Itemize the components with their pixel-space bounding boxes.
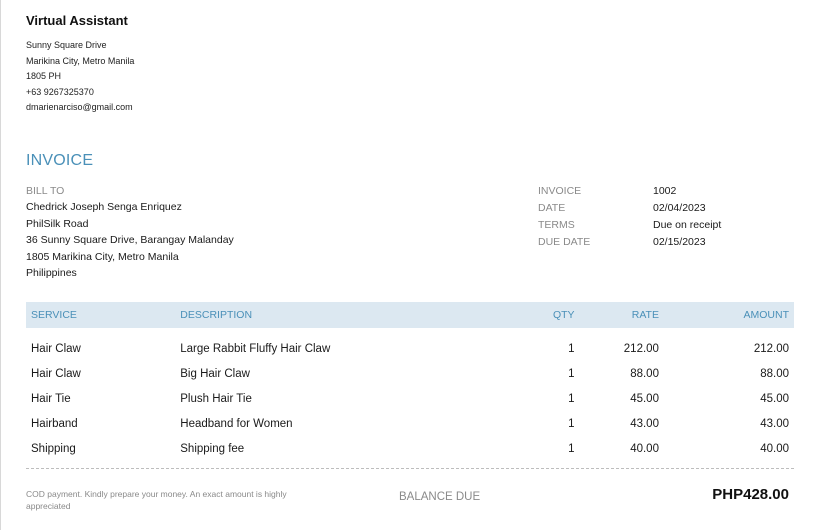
invoice-number: 1002 <box>653 185 677 197</box>
header-service: SERVICE <box>26 302 176 328</box>
bill-to-block: BILL TO Chedrick Joseph Senga Enriquez P… <box>26 183 234 282</box>
cell-description: Plush Hair Tie <box>180 392 252 405</box>
company-address-line: Sunny Square Drive <box>26 40 107 50</box>
cell-service: Shipping <box>31 442 76 455</box>
header-qty: QTY <box>514 302 580 328</box>
cell-rate: 45.00 <box>630 392 659 405</box>
cell-amount: 88.00 <box>760 367 789 380</box>
cell-description: Large Rabbit Fluffy Hair Claw <box>180 342 331 355</box>
meta-row-date: DATE 02/04/2023 <box>538 200 798 217</box>
invoice-title: INVOICE <box>26 152 94 169</box>
table-row: Hairband Headband for Women 1 43.00 43.0… <box>26 411 794 436</box>
header-amount: AMOUNT <box>663 302 794 328</box>
company-block: Virtual Assistant Sunny Square Drive Mar… <box>26 13 134 116</box>
header-description: DESCRIPTION <box>175 302 515 328</box>
table-row: Shipping Shipping fee 1 40.00 40.00 <box>26 436 794 461</box>
cell-description: Big Hair Claw <box>180 367 250 380</box>
bill-to-name: Chedrick Joseph Senga Enriquez <box>26 201 182 213</box>
meta-label: DUE DATE <box>538 236 591 248</box>
balance-due-label: BALANCE DUE <box>399 491 481 503</box>
cell-amount: 43.00 <box>760 417 789 430</box>
bill-to-line: 1805 Marikina City, Metro Manila <box>26 250 179 263</box>
table-row: Hair Claw Large Rabbit Fluffy Hair Claw … <box>26 328 794 361</box>
bill-to-line: Philippines <box>26 267 77 279</box>
meta-label: INVOICE <box>538 185 582 197</box>
table-header-row: SERVICE DESCRIPTION QTY RATE AMOUNT <box>26 302 794 328</box>
cell-service: Hair Tie <box>31 392 71 405</box>
cell-qty: 1 <box>568 392 575 405</box>
company-phone: +63 9267325370 <box>26 86 94 97</box>
cell-rate: 212.00 <box>623 342 659 355</box>
totals-divider <box>26 468 794 469</box>
company-city-line: Marikina City, Metro Manila <box>26 55 135 66</box>
meta-row-due-date: DUE DATE 02/15/2023 <box>538 234 798 251</box>
company-name: Virtual Assistant <box>26 13 128 28</box>
cell-qty: 1 <box>568 367 575 380</box>
cell-service: Hair Claw <box>31 367 81 380</box>
cell-qty: 1 <box>568 342 575 355</box>
bill-to-line: 36 Sunny Square Drive, Barangay Malanday <box>26 234 234 246</box>
bill-to-line: PhilSilk Road <box>26 217 89 230</box>
cell-amount: 212.00 <box>753 342 789 355</box>
cell-qty: 1 <box>568 417 575 430</box>
meta-label: DATE <box>538 202 566 214</box>
invoice-due-date: 02/15/2023 <box>653 236 706 248</box>
cell-amount: 40.00 <box>760 442 789 455</box>
table-row: Hair Tie Plush Hair Tie 1 45.00 45.00 <box>26 386 794 411</box>
meta-row-invoice-number: INVOICE 1002 <box>538 183 798 200</box>
table-row: Hair Claw Big Hair Claw 1 88.00 88.00 <box>26 361 794 386</box>
cell-rate: 88.00 <box>630 367 659 380</box>
company-email: dmarienarciso@gmail.com <box>26 102 133 112</box>
meta-label: TERMS <box>538 219 575 231</box>
line-items-table: SERVICE DESCRIPTION QTY RATE AMOUNT Hair… <box>26 302 794 461</box>
company-postal-line: 1805 PH <box>26 71 62 81</box>
cell-rate: 43.00 <box>630 417 659 430</box>
payment-note: COD payment. Kindly prepare your money. … <box>26 489 287 511</box>
invoice-page: Virtual Assistant Sunny Square Drive Mar… <box>0 0 817 530</box>
meta-row-terms: TERMS Due on receipt <box>538 217 798 234</box>
cell-amount: 45.00 <box>760 392 789 405</box>
invoice-date: 02/04/2023 <box>653 202 706 214</box>
cell-qty: 1 <box>568 442 575 455</box>
cell-service: Hairband <box>31 417 78 430</box>
cell-description: Headband for Women <box>180 417 293 430</box>
invoice-terms: Due on receipt <box>653 219 722 231</box>
header-rate: RATE <box>579 302 664 328</box>
balance-due-amount: PHP428.00 <box>712 486 789 503</box>
invoice-meta: INVOICE 1002 DATE 02/04/2023 TERMS Due o… <box>538 183 798 251</box>
cell-service: Hair Claw <box>31 342 81 355</box>
cell-rate: 40.00 <box>630 442 659 455</box>
bill-to-label: BILL TO <box>26 185 65 197</box>
cell-description: Shipping fee <box>180 442 245 455</box>
